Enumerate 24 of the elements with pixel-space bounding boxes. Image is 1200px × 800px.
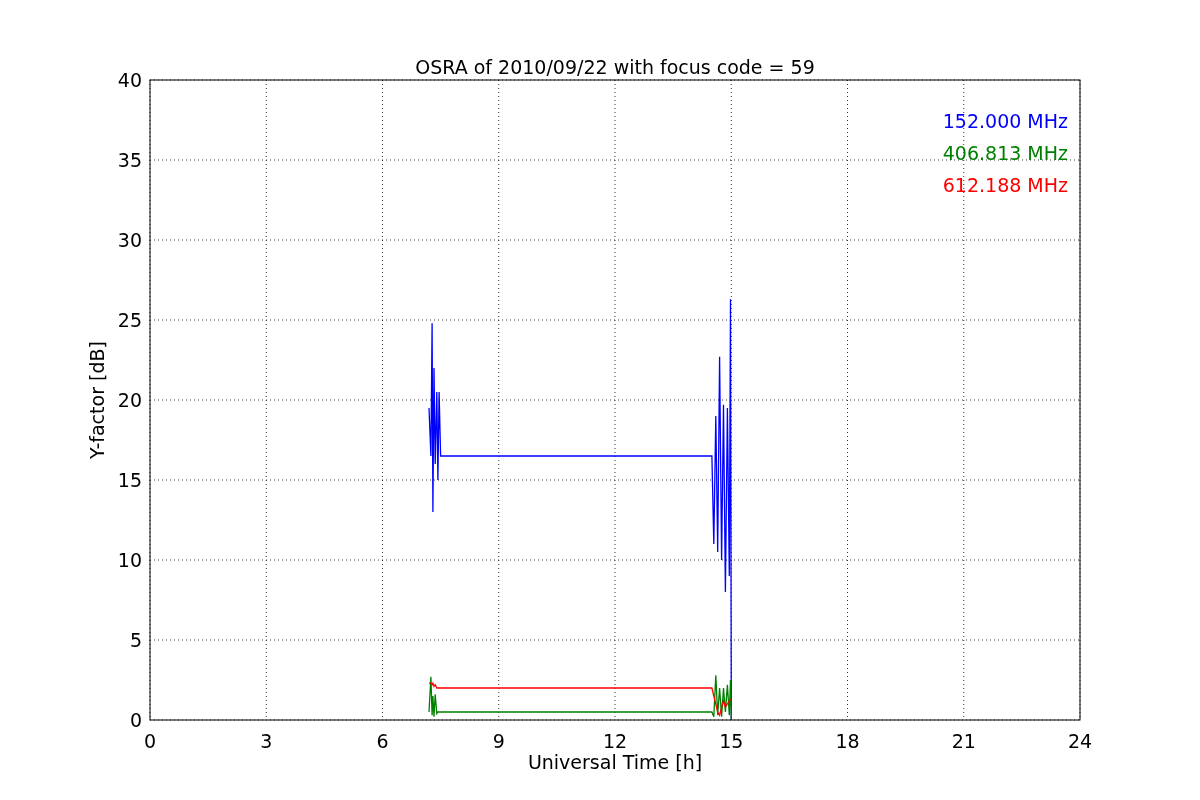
y-tick-label: 10 bbox=[117, 549, 142, 571]
x-tick-label: 12 bbox=[602, 730, 628, 752]
x-tick-label: 6 bbox=[376, 730, 389, 752]
x-tick-label: 3 bbox=[260, 730, 273, 752]
x-tick-label: 24 bbox=[1067, 730, 1093, 752]
y-tick-label: 35 bbox=[117, 149, 142, 171]
legend-label: 612.188 MHz bbox=[942, 174, 1068, 196]
y-tick-label: 30 bbox=[117, 229, 142, 251]
y-tick-label: 40 bbox=[117, 69, 142, 91]
y-tick-label: 5 bbox=[129, 629, 142, 651]
y-tick-label: 25 bbox=[117, 309, 142, 331]
x-tick-label: 15 bbox=[719, 730, 744, 752]
chart-title: OSRA of 2010/09/22 with focus code = 59 bbox=[415, 56, 815, 78]
x-tick-label: 21 bbox=[951, 730, 976, 752]
x-tick-label: 9 bbox=[492, 730, 505, 752]
y-axis-label: Y-factor [dB] bbox=[86, 341, 108, 459]
y-tick-label: 15 bbox=[117, 469, 142, 491]
x-axis-label: Universal Time [h] bbox=[527, 751, 703, 773]
x-tick-label: 18 bbox=[835, 730, 860, 752]
legend-label: 406.813 MHz bbox=[942, 142, 1068, 164]
x-tick-label: 0 bbox=[143, 730, 157, 752]
legend-label: 152.000 MHz bbox=[942, 110, 1068, 132]
y-tick-label: 0 bbox=[129, 709, 142, 731]
y-tick-label: 20 bbox=[117, 389, 142, 411]
